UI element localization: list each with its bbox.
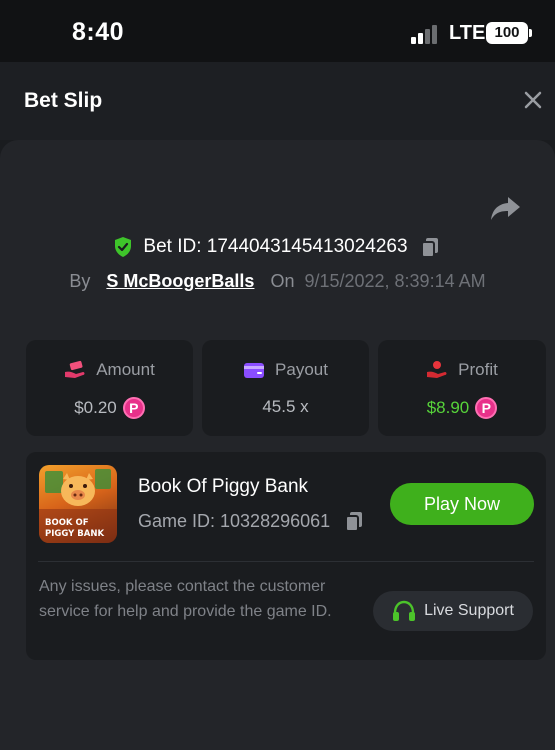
username-link[interactable]: S McBoogerBalls (106, 271, 254, 292)
profit-value: $8.90 (426, 398, 470, 417)
bet-datetime: 9/15/2022, 8:39:14 AM (304, 270, 486, 291)
copy-bet-id-button[interactable] (418, 235, 442, 259)
bet-id: Bet ID: 1744043145413024263 (143, 236, 408, 257)
payout-label: Payout (275, 360, 328, 379)
verified-shield-icon (115, 237, 132, 257)
money-hand-icon (65, 360, 85, 378)
status-time: 8:40 (72, 18, 125, 46)
currency-coin-icon: P (122, 397, 145, 419)
game-thumbnail[interactable]: BOOK OF PIGGY BANK (39, 465, 117, 543)
amount-card: Amount $0.20 P (26, 340, 193, 436)
bet-meta-row: By S McBoogerBalls On 9/15/2022, 8:39:14… (0, 268, 555, 294)
share-icon (491, 197, 520, 220)
headset-icon (393, 600, 416, 621)
on-label: On (270, 270, 295, 291)
profit-label: Profit (458, 360, 498, 379)
page-title: Bet Slip (24, 89, 103, 112)
copy-game-id-button[interactable] (342, 509, 366, 533)
bet-slip-header: Bet Slip (0, 62, 555, 140)
close-button[interactable] (518, 85, 548, 115)
amount-label: Amount (96, 360, 155, 379)
amount-value: $0.20 (74, 398, 117, 417)
payout-value: 45.5 x (262, 397, 309, 416)
support-help-text: Any issues, please contact the customer … (39, 578, 332, 620)
game-title: Book Of Piggy Bank (138, 476, 309, 497)
signal-icon (411, 24, 441, 44)
battery-icon: 100 (486, 22, 528, 44)
live-support-label: Live Support (424, 602, 514, 619)
game-id-row: Game ID: 10328296061 (138, 509, 366, 533)
copy-icon (420, 238, 438, 258)
profit-card: Profit $8.90 P (378, 340, 546, 436)
game-id: Game ID: 10328296061 (138, 510, 331, 531)
wallet-icon (244, 363, 265, 378)
thumb-text-1: BOOK OF (45, 518, 89, 528)
thumb-text-2: PIGGY BANK (45, 529, 104, 539)
by-label: By (69, 270, 91, 291)
live-support-button[interactable]: Live Support (373, 591, 533, 631)
payout-card: Payout 45.5 x (202, 340, 369, 436)
currency-coin-icon: P (475, 397, 498, 419)
divider (38, 561, 534, 562)
piggy-game-art-icon: BOOK OF PIGGY BANK (39, 469, 117, 543)
battery-tip (529, 29, 532, 37)
bet-id-row: Bet ID: 1744043145413024263 (0, 233, 555, 261)
copy-icon (345, 512, 363, 532)
share-button[interactable] (488, 193, 522, 223)
status-bar: 8:40 LTE 100 (0, 0, 555, 62)
profit-hand-icon (427, 361, 447, 378)
close-icon (524, 91, 542, 109)
play-now-button[interactable]: Play Now (390, 483, 534, 525)
network-type: LTE (449, 22, 486, 44)
